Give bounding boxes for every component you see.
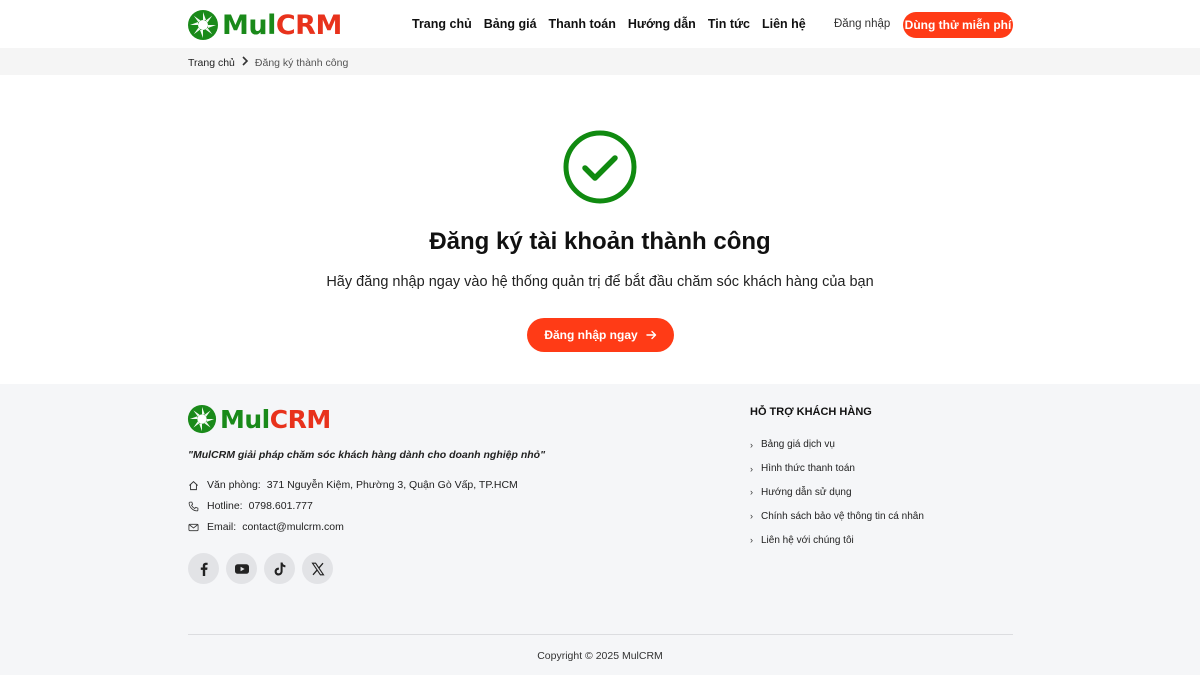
office-address: Văn phòng: 371 Nguyễn Kiệm, Phường 3, Qu… [188, 479, 518, 491]
header-logo[interactable]: MulCRM [187, 9, 342, 41]
support-link-guide[interactable]: Hướng dẫn sử dụng [761, 487, 852, 498]
login-link[interactable]: Đăng nhập [834, 18, 890, 30]
chevron-right-icon: › [750, 439, 753, 450]
breadcrumb-current: Đăng ký thành công [254, 56, 349, 69]
email-label: Email: [207, 521, 237, 533]
nav-item-payment[interactable]: Thanh toán [549, 17, 616, 31]
support-link-privacy[interactable]: Chính sách bảo vệ thông tin cá nhân [761, 511, 924, 522]
office-label: Văn phòng: [207, 479, 261, 491]
nav-item-contact[interactable]: Liên hệ [762, 17, 806, 31]
social-links [188, 553, 333, 584]
site-footer: MulCRM "MulCRM giải pháp chăm sóc khách … [0, 384, 1200, 675]
support-link-contact[interactable]: Liên hệ với chúng tôi [761, 535, 854, 546]
nav-item-guide[interactable]: Hướng dẫn [628, 17, 696, 31]
copyright: Copyright © 2025 MulCRM [537, 650, 663, 662]
footer-divider [188, 634, 1013, 635]
logo-wordmark: MulCRM [220, 404, 331, 434]
list-item[interactable]: › Bảng giá dịch vụ [750, 433, 924, 457]
support-heading: HỖ TRỢ KHÁCH HÀNG [750, 406, 872, 418]
email: Email: contact@mulcrm.com [188, 521, 344, 533]
youtube-icon[interactable] [226, 553, 257, 584]
support-links: › Bảng giá dịch vụ › Hình thức thanh toán … [750, 433, 924, 552]
free-trial-button[interactable]: Dùng thử miễn phí [903, 12, 1013, 38]
breadcrumb: Trang chủ Đăng ký thành công [188, 56, 348, 69]
email-value[interactable]: contact@mulcrm.com [242, 521, 344, 533]
logo-wordmark: MulCRM [222, 9, 342, 41]
hotline: Hotline: 0798.601.777 [188, 500, 313, 512]
mulcrm-logo-icon [187, 404, 217, 434]
list-item[interactable]: › Hình thức thanh toán [750, 457, 924, 481]
nav-item-pricing[interactable]: Bảng giá [484, 17, 537, 31]
footer-tagline: "MulCRM giải pháp chăm sóc khách hàng dà… [188, 449, 546, 461]
hotline-value[interactable]: 0798.601.777 [249, 500, 313, 512]
chevron-right-icon: › [750, 487, 753, 498]
support-link-payment[interactable]: Hình thức thanh toán [761, 463, 855, 474]
phone-icon [188, 501, 199, 511]
chevron-right-icon: › [750, 463, 753, 474]
tiktok-icon[interactable] [264, 553, 295, 584]
main-nav: Trang chủ Bảng giá Thanh toán Hướng dẫn … [412, 17, 806, 31]
check-circle-icon [563, 130, 637, 204]
page-title: Đăng ký tài khoản thành công [429, 228, 771, 255]
footer-logo[interactable]: MulCRM [187, 404, 331, 434]
support-link-pricing[interactable]: Bảng giá dịch vụ [761, 439, 835, 450]
nav-item-news[interactable]: Tin tức [708, 17, 750, 31]
list-item[interactable]: › Liên hệ với chúng tôi [750, 528, 924, 552]
hotline-label: Hotline: [207, 500, 243, 512]
nav-item-home[interactable]: Trang chủ [412, 17, 472, 31]
login-now-label: Đăng nhập ngay [544, 328, 638, 342]
mail-icon [188, 523, 199, 531]
breadcrumb-bar: Trang chủ Đăng ký thành công [0, 48, 1200, 75]
login-now-button[interactable]: Đăng nhập ngay [527, 318, 674, 352]
office-value: 371 Nguyễn Kiệm, Phường 3, Quận Gò Vấp, … [266, 479, 518, 491]
x-icon[interactable] [302, 553, 333, 584]
facebook-icon[interactable] [188, 553, 219, 584]
mulcrm-logo-icon [188, 10, 218, 40]
chevron-right-icon [241, 56, 249, 69]
list-item[interactable]: › Hướng dẫn sử dụng [750, 481, 924, 505]
breadcrumb-home[interactable]: Trang chủ [188, 57, 235, 69]
page-subtitle: Hãy đăng nhập ngay vào hệ thống quản trị… [326, 274, 874, 290]
chevron-right-icon: › [750, 511, 753, 522]
chevron-right-icon: › [750, 535, 753, 546]
arrow-right-icon [645, 330, 656, 340]
list-item[interactable]: › Chính sách bảo vệ thông tin cá nhân [750, 504, 924, 528]
home-icon [189, 480, 198, 490]
site-header: MulCRM Trang chủ Bảng giá Thanh toán Hướ… [0, 0, 1200, 48]
